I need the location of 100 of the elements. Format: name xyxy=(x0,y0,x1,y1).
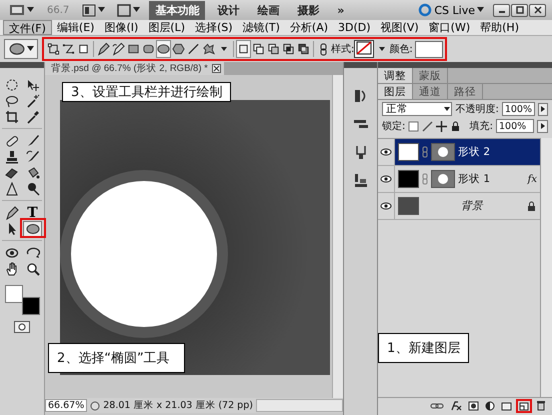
minimize-button[interactable] xyxy=(493,4,510,16)
panel-tab[interactable]: 通道 xyxy=(413,84,448,99)
close-button[interactable] xyxy=(529,4,546,16)
menu-item[interactable]: 分析(A) xyxy=(284,20,334,35)
opacity-slider-button[interactable] xyxy=(538,102,548,116)
menu-item[interactable]: 滤镜(T) xyxy=(238,20,285,35)
link-layers-button[interactable] xyxy=(430,400,444,410)
scrollbar[interactable] xyxy=(540,138,552,397)
grid-icon xyxy=(82,4,96,16)
move-icon xyxy=(436,120,448,132)
more-workspaces-button[interactable]: » xyxy=(331,2,350,18)
circle-icon xyxy=(17,323,27,331)
wand-icon xyxy=(26,94,40,108)
blend-mode-dropdown[interactable]: 正常 xyxy=(382,102,452,116)
menu-item[interactable]: 图层(L) xyxy=(143,20,190,35)
square-icon xyxy=(77,42,90,56)
layer-row[interactable]: 背景 xyxy=(378,193,540,220)
workspace-tab[interactable]: 基本功能 xyxy=(149,0,206,20)
callout-label: 3、设置工具栏并进行绘制 xyxy=(62,82,232,102)
scrollbar[interactable] xyxy=(332,75,343,398)
move-icon xyxy=(26,78,40,92)
tool-preset-picker[interactable] xyxy=(4,39,38,59)
option-button[interactable] xyxy=(96,40,111,58)
rotate-icon xyxy=(4,246,18,260)
menu-item[interactable]: 窗口(W) xyxy=(424,20,476,35)
menu-item[interactable]: 3D(D) xyxy=(333,20,376,35)
opacity-field[interactable]: 100% xyxy=(502,102,535,116)
trash-icon xyxy=(536,400,546,411)
bucket-icon xyxy=(26,166,40,180)
maximize-button[interactable] xyxy=(511,4,528,16)
tool-button[interactable]: T xyxy=(23,205,42,221)
workspace-tab[interactable]: 绘画 xyxy=(251,0,286,20)
visibility-toggle[interactable] xyxy=(378,139,395,165)
panel-tab[interactable]: 调整 xyxy=(378,68,413,83)
new-layer-button[interactable] xyxy=(518,400,530,410)
quick-mask-button[interactable] xyxy=(14,321,30,333)
eye-icon xyxy=(380,175,392,183)
vector-mask-thumbnail xyxy=(431,143,455,161)
hexagon-icon xyxy=(172,42,185,56)
overlapping-squares-icon xyxy=(282,42,295,56)
play-icon xyxy=(538,122,546,130)
ellipse-icon xyxy=(157,42,170,56)
layer-style-button[interactable] xyxy=(450,400,462,410)
caret-icon xyxy=(477,7,484,13)
option-button[interactable] xyxy=(156,40,171,58)
menu-item[interactable]: 文件(F) xyxy=(3,20,52,35)
menu-item[interactable]: 帮助(H) xyxy=(475,20,524,35)
lock-label: 锁定: xyxy=(382,120,406,133)
chain-link-icon xyxy=(422,173,428,185)
dotted-circle-icon xyxy=(4,78,18,92)
color-swatch[interactable] xyxy=(414,40,443,58)
fill-slider-button[interactable] xyxy=(537,120,548,132)
brush-icon xyxy=(422,120,434,132)
blob-shape-icon xyxy=(202,42,215,56)
eye-icon xyxy=(380,148,392,156)
panel-tab[interactable]: 路径 xyxy=(448,84,483,99)
pen-icon xyxy=(4,206,18,220)
menu-item[interactable]: 图像(I) xyxy=(99,20,144,35)
delete-layer-button[interactable] xyxy=(536,400,546,411)
menu-item[interactable]: 选择(S) xyxy=(190,20,238,35)
eye-icon xyxy=(380,202,392,210)
document-tab[interactable]: 背景.psd @ 66.7% (形状 2, RGB/8) * xyxy=(45,62,224,75)
scrollbar[interactable] xyxy=(256,399,343,412)
background-swatch[interactable] xyxy=(22,297,40,315)
add-mask-button[interactable] xyxy=(468,400,479,410)
layer-row[interactable]: 形状 2 xyxy=(378,139,540,166)
new-group-button[interactable] xyxy=(501,400,512,410)
pen-icon xyxy=(97,42,110,56)
fill-label: 填充: xyxy=(470,120,493,133)
folder-icon xyxy=(501,400,512,410)
menu-item[interactable]: 视图(V) xyxy=(376,20,424,35)
panel-icon xyxy=(352,88,368,104)
workspace-tab[interactable]: 摄影 xyxy=(291,0,326,20)
rounded-rectangle-icon xyxy=(142,42,155,56)
option-button[interactable] xyxy=(236,40,251,58)
page-icon xyxy=(518,400,530,410)
cs-live-button[interactable]: CS Live xyxy=(415,1,487,19)
overlapping-squares-icon xyxy=(252,42,265,56)
visibility-toggle[interactable] xyxy=(378,166,395,192)
lasso-icon xyxy=(4,94,18,108)
zoom-field[interactable]: 66.67% xyxy=(45,399,88,412)
foreground-swatch[interactable] xyxy=(5,285,23,303)
caret-icon xyxy=(26,46,34,52)
panel-tab[interactable]: 蒙版 xyxy=(413,68,448,83)
adjustment-layer-button[interactable] xyxy=(485,400,495,410)
fill-field[interactable]: 100% xyxy=(496,119,534,133)
panel-tab[interactable]: 图层 xyxy=(378,84,413,99)
menu-item[interactable]: 编辑(E) xyxy=(52,20,100,35)
style-swatch[interactable] xyxy=(354,40,374,58)
layer-row[interactable]: 形状 1 fx xyxy=(378,166,540,193)
hand-icon xyxy=(4,262,18,276)
eyedropper-icon xyxy=(26,110,40,124)
option-button[interactable] xyxy=(111,40,126,58)
tool-button[interactable] xyxy=(23,221,42,237)
mask-icon xyxy=(468,400,479,410)
maximize-icon xyxy=(514,5,524,15)
layer-name: 形状 1 xyxy=(458,172,490,186)
half-circle-icon xyxy=(485,400,495,410)
visibility-toggle[interactable] xyxy=(378,193,395,219)
workspace-tab[interactable]: 设计 xyxy=(211,0,246,20)
